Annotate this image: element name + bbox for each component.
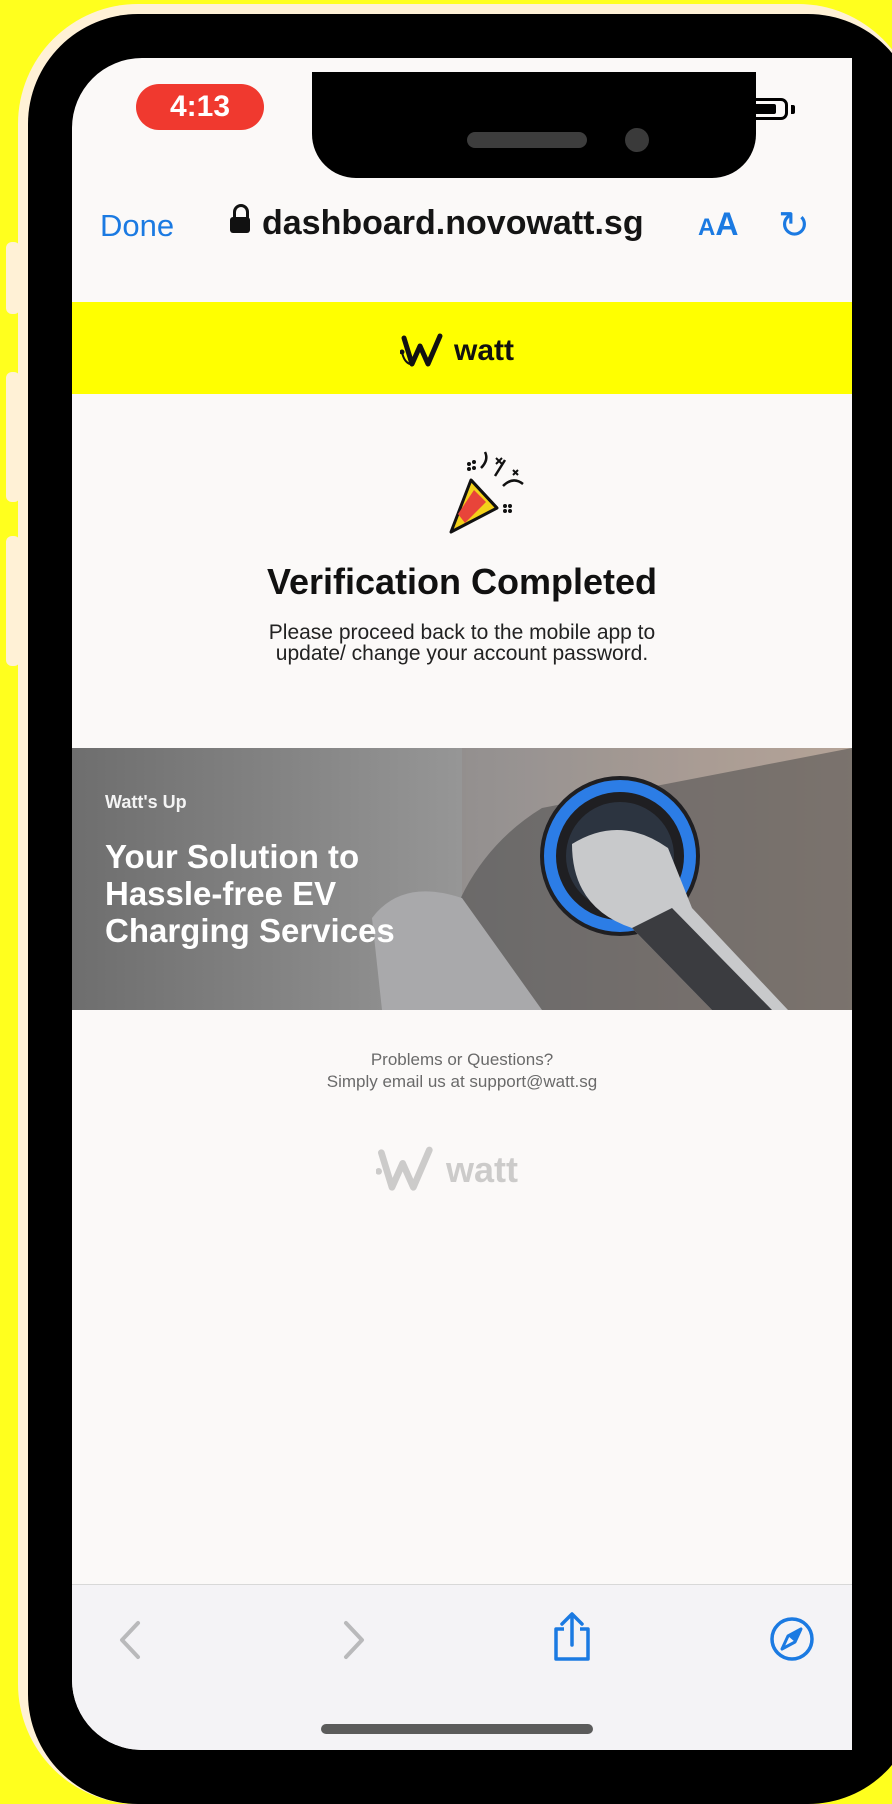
speaker-grille xyxy=(467,132,587,148)
chevron-right-icon[interactable] xyxy=(338,1617,370,1663)
reload-icon[interactable]: ↻ xyxy=(778,207,810,245)
support-email-text[interactable]: Simply email us at support@watt.sg xyxy=(72,1072,852,1092)
done-button[interactable]: Done xyxy=(100,208,174,244)
verification-title: Verification Completed xyxy=(266,561,658,602)
front-camera xyxy=(625,128,649,152)
brand-header: watt xyxy=(72,302,852,394)
home-indicator[interactable] xyxy=(321,1724,593,1734)
footer-logo-text: watt xyxy=(446,1149,518,1190)
volume-up-button xyxy=(6,372,20,502)
banner-title: Your Solution to Hassle-free EV Charging… xyxy=(105,838,395,949)
footer-logo-icon xyxy=(376,1146,433,1191)
text-size-button[interactable]: AA xyxy=(698,206,738,243)
battery-tip xyxy=(791,105,795,114)
notch xyxy=(312,72,756,178)
party-popper-icon xyxy=(449,451,524,534)
banner-kicker: Watt's Up xyxy=(105,792,187,812)
help-question: Problems or Questions? xyxy=(370,1050,554,1069)
share-icon[interactable] xyxy=(550,1611,594,1663)
compass-icon[interactable] xyxy=(768,1615,816,1663)
watt-logo: watt xyxy=(400,332,514,370)
promo-banner: Watt's Up Your Solution to Hassle-free E… xyxy=(72,748,852,1010)
text-size-large: A xyxy=(715,206,739,242)
status-time: 4:13 xyxy=(136,84,264,130)
phone-screen: 4:13 4G Done dashboard.novowatt.sg AA ↻ … xyxy=(72,58,852,1750)
mute-switch xyxy=(6,242,20,314)
lock-icon xyxy=(230,217,250,233)
url-address[interactable]: dashboard.novowatt.sg xyxy=(262,204,644,243)
chevron-left-icon[interactable] xyxy=(114,1617,146,1663)
watt-logo-icon xyxy=(400,333,443,367)
footer-watt-logo: watt xyxy=(376,1144,518,1196)
volume-down-button xyxy=(6,536,20,666)
text-size-small: A xyxy=(698,214,716,241)
brand-name: watt xyxy=(454,334,514,367)
verification-message: Please proceed back to the mobile app to… xyxy=(268,621,656,665)
